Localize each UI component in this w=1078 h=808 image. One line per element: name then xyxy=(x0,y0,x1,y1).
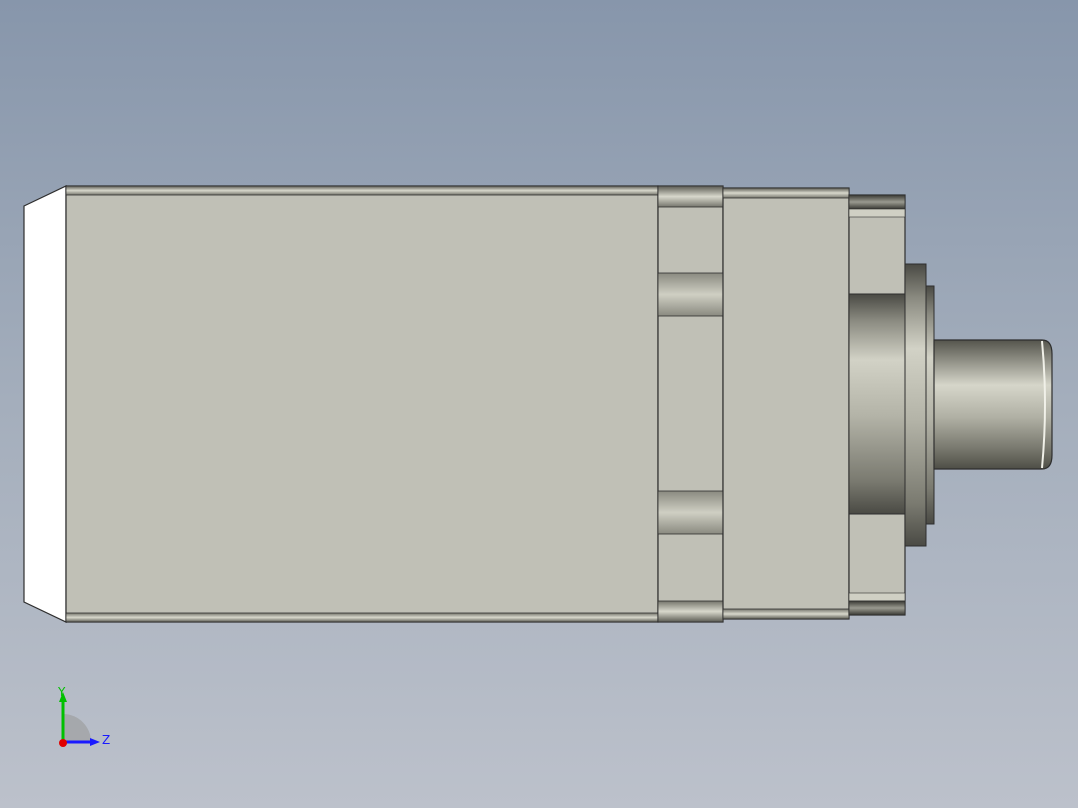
output-shaft xyxy=(933,339,1053,470)
collar-outer xyxy=(904,263,927,547)
motor-body xyxy=(65,185,659,623)
gearbox-body xyxy=(722,187,850,620)
z-axis-arrow xyxy=(90,738,100,746)
orientation-triad[interactable]: Y Z xyxy=(50,684,120,756)
cad-model[interactable] xyxy=(0,0,1078,808)
z-axis-label: Z xyxy=(102,733,110,747)
collar-inner xyxy=(925,285,935,525)
pilot-ring xyxy=(848,293,906,515)
x-axis-dot xyxy=(59,739,67,747)
triad-plane-quadrant xyxy=(63,714,91,742)
graphics-viewport[interactable]: Y Z xyxy=(0,0,1078,808)
y-axis-label: Y xyxy=(57,685,66,699)
end-cap xyxy=(23,185,67,623)
connector-section xyxy=(657,185,724,623)
